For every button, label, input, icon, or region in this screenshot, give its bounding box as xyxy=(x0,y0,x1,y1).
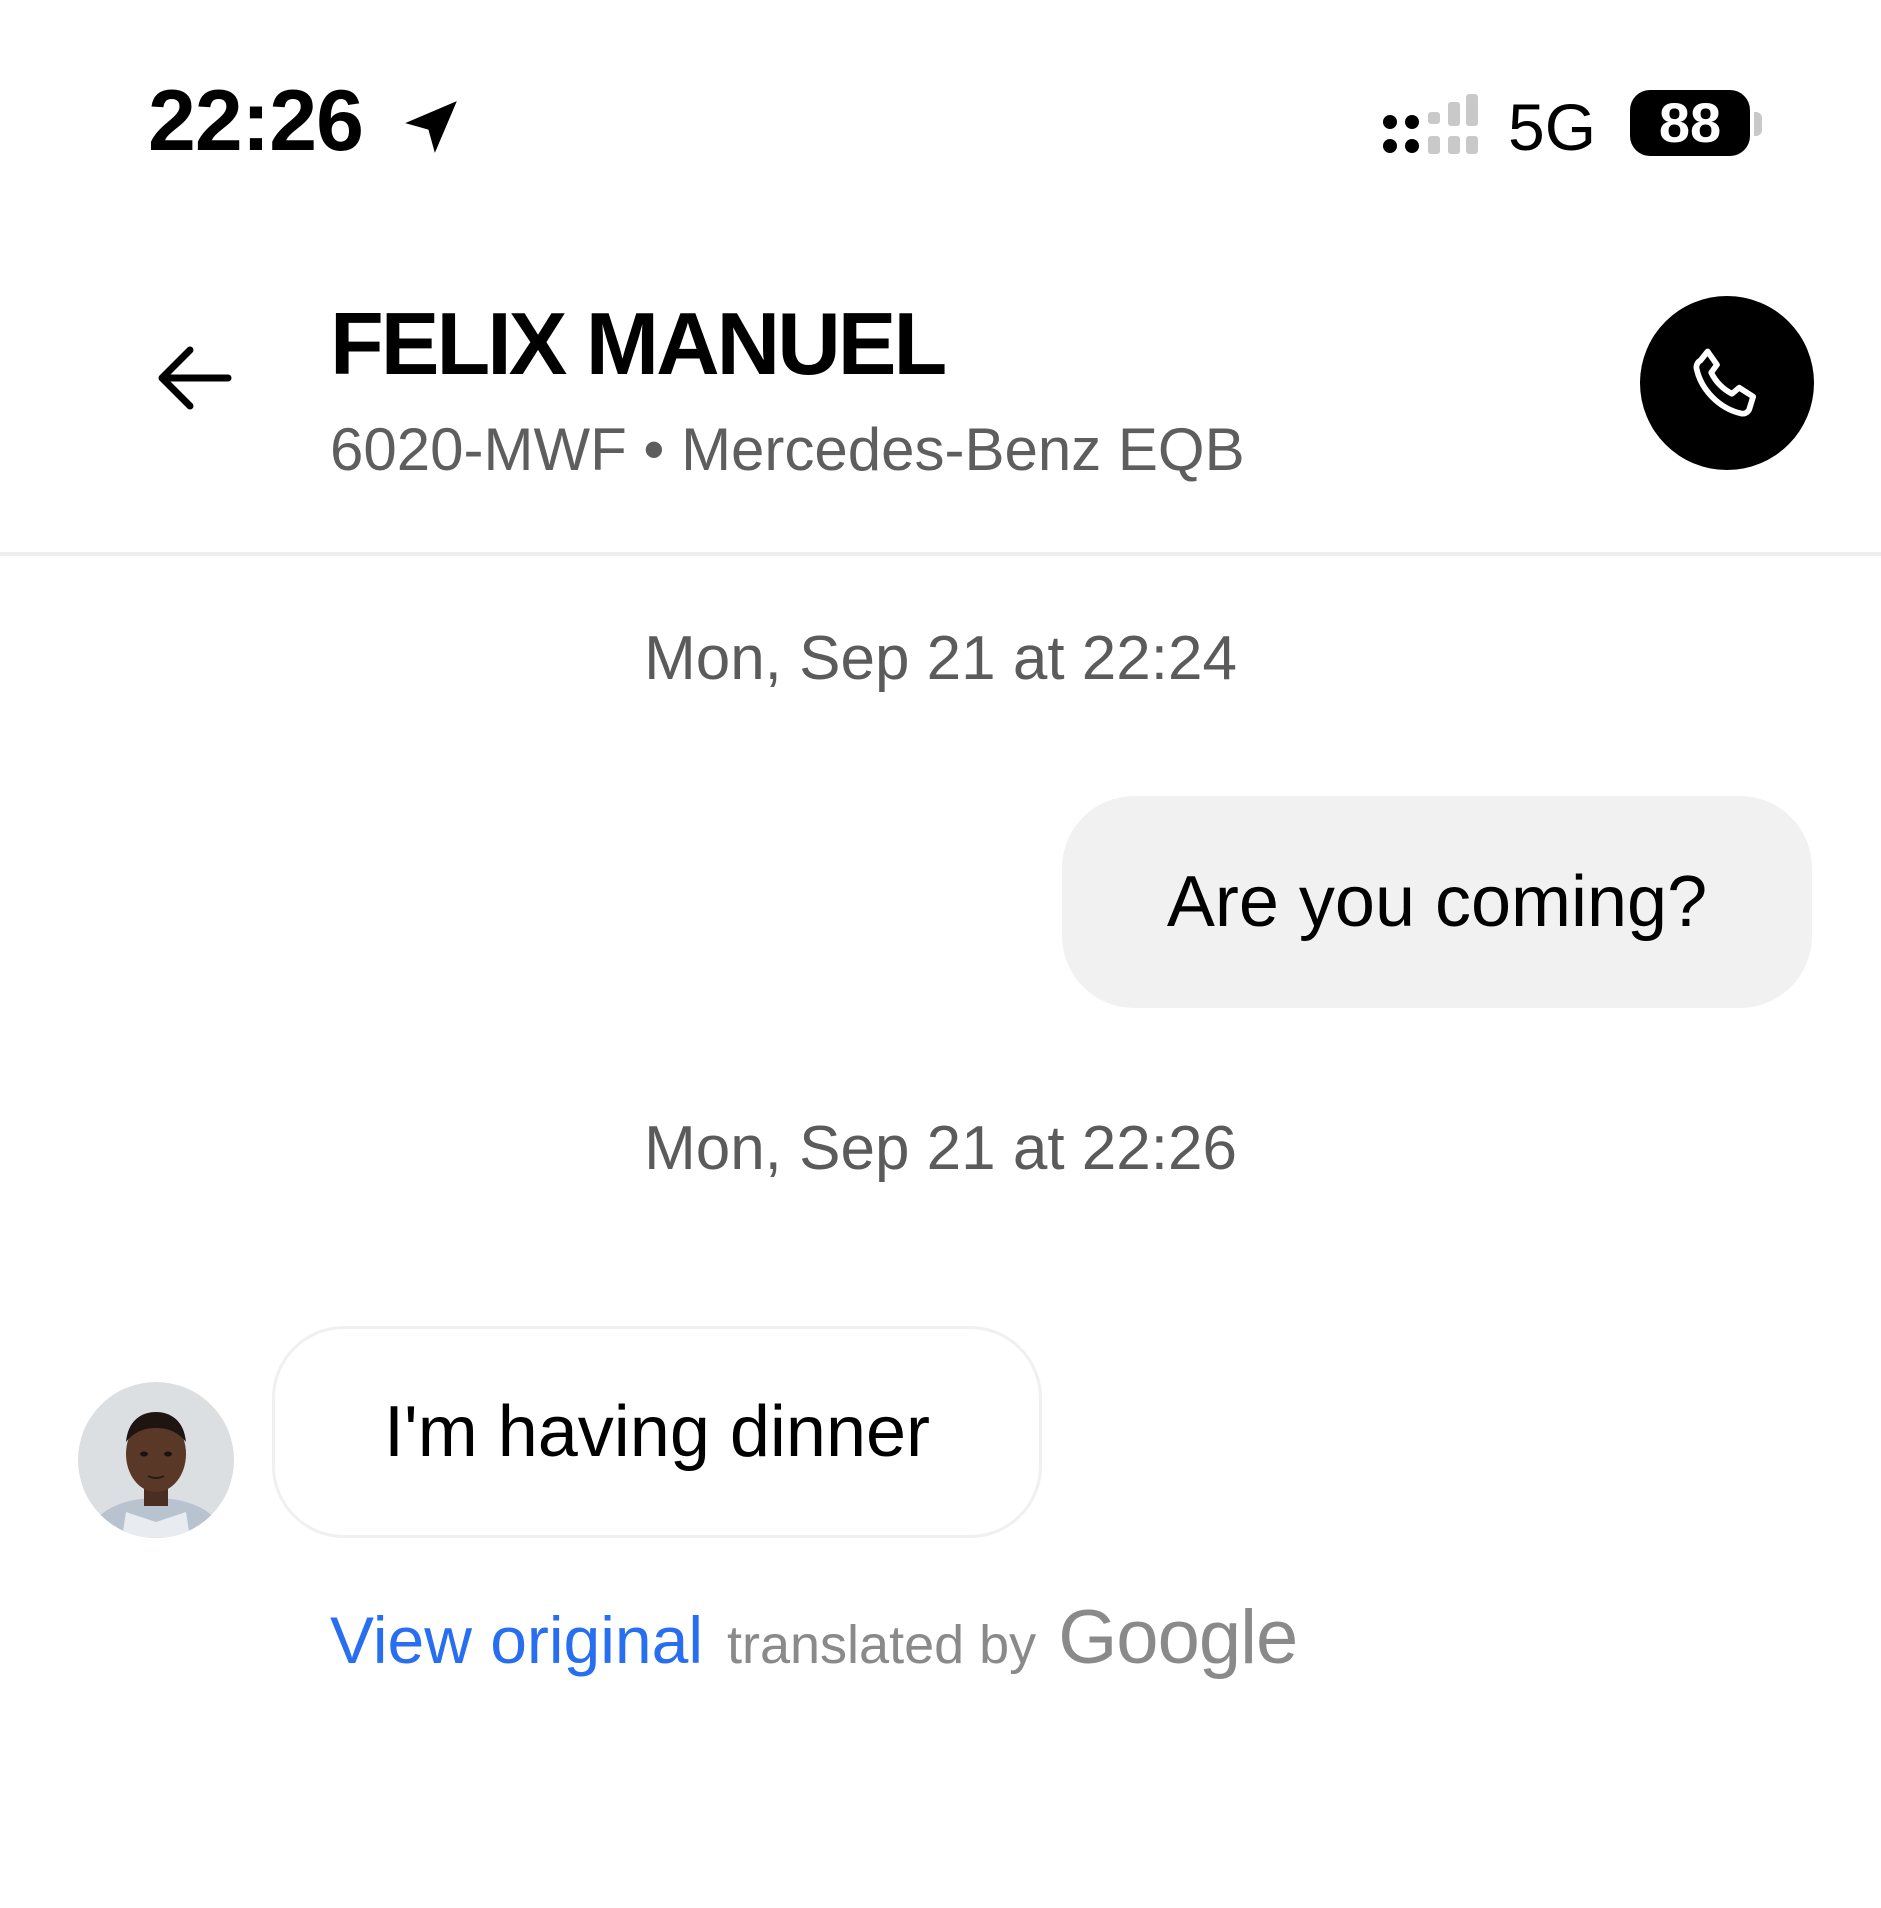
avatar[interactable] xyxy=(78,1382,234,1538)
message-timestamp: Mon, Sep 21 at 22:24 xyxy=(644,624,1237,693)
contact-name: FELIX MANUEL xyxy=(330,294,947,393)
header-divider xyxy=(0,552,1881,556)
vehicle-info: 6020-MWF • Mercedes-Benz EQB xyxy=(330,416,1245,483)
back-arrow-icon[interactable] xyxy=(150,334,238,422)
battery-nub xyxy=(1754,112,1762,136)
google-logo: Google xyxy=(1058,1595,1298,1680)
phone-icon xyxy=(1693,348,1757,417)
location-arrow-icon xyxy=(405,101,457,153)
call-button[interactable] xyxy=(1640,296,1814,470)
avatar-image xyxy=(78,1382,234,1538)
incoming-message-text: I'm having dinner xyxy=(383,1392,931,1472)
translation-attribution: View original translated by Google xyxy=(330,1595,1298,1690)
battery-level: 88 xyxy=(1658,91,1722,154)
network-type: 5G xyxy=(1508,90,1597,164)
outgoing-message-bubble[interactable]: Are you coming? xyxy=(1062,796,1812,1008)
translated-by-label: translated by xyxy=(727,1615,1037,1675)
status-time: 22:26 xyxy=(148,73,364,169)
message-timestamp: Mon, Sep 21 at 22:26 xyxy=(644,1114,1237,1183)
signal-icon xyxy=(1383,94,1478,154)
outgoing-message-text: Are you coming? xyxy=(1166,862,1708,942)
battery-icon: 88 xyxy=(1630,90,1750,156)
incoming-message-bubble[interactable]: I'm having dinner xyxy=(272,1326,1042,1538)
view-original-link[interactable]: View original xyxy=(330,1607,703,1673)
